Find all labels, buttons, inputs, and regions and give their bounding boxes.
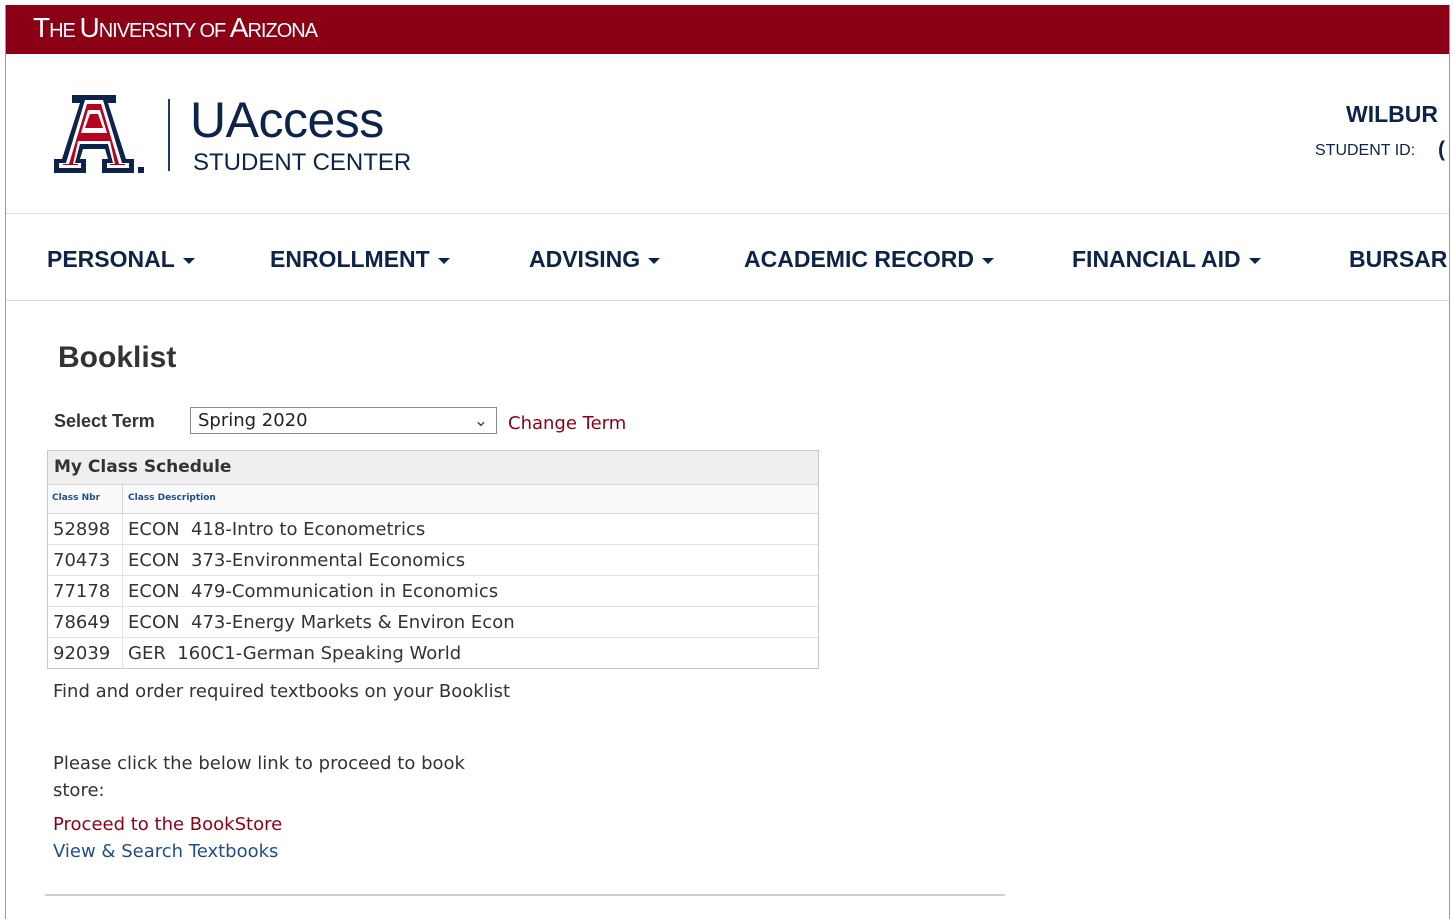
brand-subtitle: STUDENT CENTER [193, 149, 412, 176]
chevron-down-icon: ⌄ [473, 411, 488, 431]
view-search-textbooks-link[interactable]: View & Search Textbooks [53, 841, 278, 862]
class-description: GER 160C1-German Speaking World [128, 643, 462, 664]
class-description: ECON 373-Environmental Economics [128, 550, 466, 571]
proceed-to-bookstore-link[interactable]: Proceed to the BookStore [53, 814, 282, 835]
booklist-info-text: Find and order required textbooks on you… [53, 681, 511, 702]
university-header-bar: THE UNIVERSITY OF ARIZONA [6, 5, 1449, 54]
class-description: ECON 473-Energy Markets & Environ Econ [128, 612, 515, 633]
nav-bursar[interactable]: BURSAR [1349, 246, 1447, 273]
class-schedule-table: My Class Schedule Class Nbr Class Descri… [47, 450, 819, 669]
page-frame: THE UNIVERSITY OF ARIZONA UAccess STUDEN… [5, 5, 1450, 919]
class-nbr: 92039 [53, 643, 111, 664]
divider [45, 894, 1005, 896]
term-select[interactable]: Spring 2020 ⌄ [190, 407, 497, 434]
user-name: WILBUR [1346, 101, 1438, 127]
nav-advising[interactable]: ADVISING [529, 246, 661, 273]
table-row: 52898 ECON 418-Intro to Econometrics [48, 514, 818, 545]
class-schedule-heading: My Class Schedule [48, 451, 818, 485]
student-id-value: ( [1438, 138, 1445, 161]
class-nbr: 70473 [53, 550, 111, 571]
caret-down-icon [982, 257, 994, 264]
caret-down-icon [437, 257, 450, 264]
class-description: ECON 418-Intro to Econometrics [128, 519, 426, 540]
column-header-class-nbr: Class Nbr [52, 493, 101, 503]
bookstore-instruction-text: Please click the below link to proceed t… [53, 753, 465, 801]
caret-down-icon [1248, 257, 1261, 264]
caret-down-icon [648, 257, 661, 264]
class-description: ECON 479-Communication in Economics [128, 581, 499, 602]
table-row: 92039 GER 160C1-German Speaking World [48, 638, 818, 668]
term-select-value: Spring 2020 [198, 410, 308, 431]
brand-title: UAccess [190, 92, 384, 148]
table-row: 78649 ECON 473-Energy Markets & Environ … [48, 607, 818, 638]
arizona-a-logo-icon [54, 95, 144, 173]
table-header-row: Class Nbr Class Description [48, 485, 818, 514]
class-nbr: 78649 [53, 612, 111, 633]
table-row: 77178 ECON 479-Communication in Economic… [48, 576, 818, 607]
page-title: Booklist [58, 341, 177, 374]
table-row: 70473 ECON 373-Environmental Economics [48, 545, 818, 576]
nav-enrollment[interactable]: ENROLLMENT [270, 246, 450, 273]
nav-academic-record[interactable]: ACADEMIC RECORD [744, 246, 994, 273]
caret-down-icon [182, 257, 195, 264]
brand-divider [168, 99, 170, 171]
nav-financial-aid[interactable]: FINANCIAL AID [1072, 246, 1261, 273]
select-term-label: Select Term [54, 411, 155, 431]
nav-personal[interactable]: PERSONAL [47, 246, 195, 273]
column-header-class-description: Class Description [128, 493, 216, 503]
change-term-link[interactable]: Change Term [508, 413, 626, 434]
class-nbr: 77178 [53, 581, 111, 602]
main-nav: PERSONAL ENROLLMENT ADVISING ACADEMIC RE… [6, 213, 1449, 301]
student-id-label: STUDENT ID: [1315, 142, 1416, 159]
university-wordmark[interactable]: THE UNIVERSITY OF ARIZONA [33, 12, 318, 44]
class-nbr: 52898 [53, 519, 111, 540]
